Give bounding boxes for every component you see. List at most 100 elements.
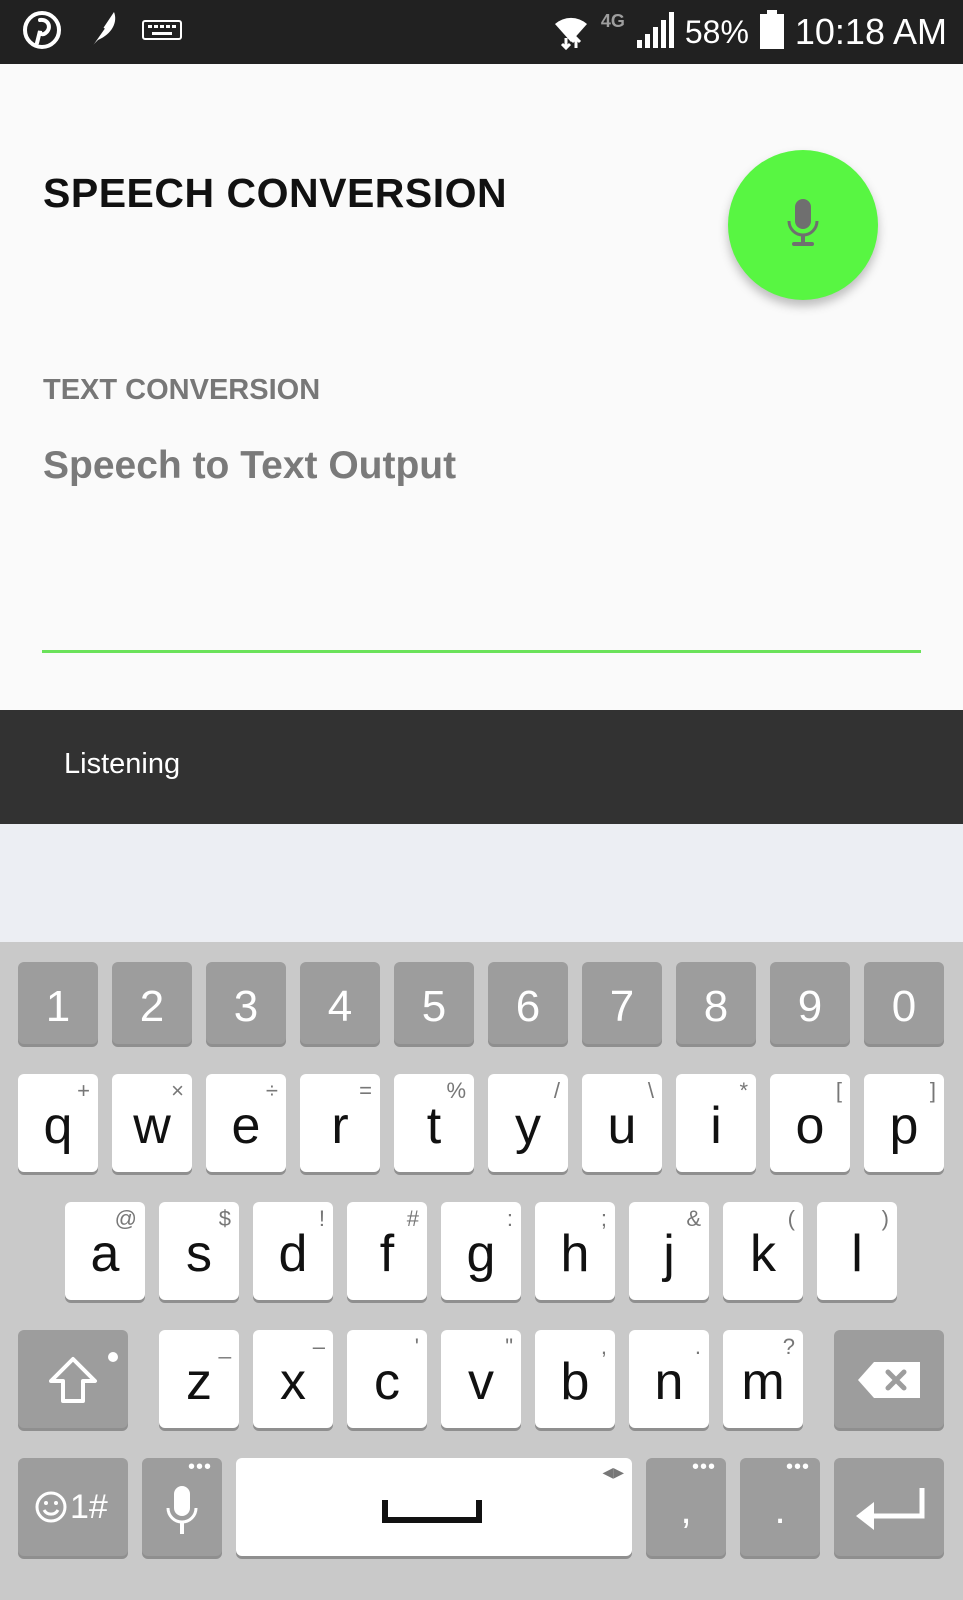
key-label: c <box>374 1353 400 1411</box>
key-label: j <box>663 1225 675 1283</box>
key-label: l <box>851 1225 863 1283</box>
key-n[interactable]: .n <box>629 1330 709 1428</box>
more-dots: ••• <box>691 1456 716 1478</box>
key-k[interactable]: (k <box>723 1202 803 1300</box>
key-h[interactable]: ; h <box>535 1202 615 1300</box>
key-label: x <box>280 1353 306 1411</box>
key-label: 6 <box>515 982 541 1031</box>
key-label: q <box>43 1097 73 1155</box>
key-label: , <box>680 1488 692 1532</box>
key-x[interactable]: – x <box>253 1330 333 1428</box>
key-label: u <box>607 1097 637 1155</box>
suggestion-strip <box>0 824 963 942</box>
section-label: TEXT CONVERSION <box>43 374 321 406</box>
speech-output-field[interactable]: Speech to Text Output <box>43 444 456 488</box>
emoji-symbols-key[interactable]: 1# <box>18 1458 128 1556</box>
key-label: . <box>774 1488 786 1532</box>
key-1[interactable]: 1 <box>18 962 98 1044</box>
period-key[interactable]: ••• . <box>740 1456 820 1556</box>
key-8[interactable]: 8 <box>676 962 756 1044</box>
key-4[interactable]: 4 <box>300 962 380 1044</box>
backspace-key[interactable] <box>834 1330 944 1428</box>
key-d[interactable]: ! d <box>253 1202 333 1300</box>
key-v[interactable]: " v <box>441 1330 521 1428</box>
backspace-icon <box>856 1360 922 1405</box>
key-z[interactable]: _ z <box>159 1330 239 1428</box>
key-label: d <box>278 1225 308 1283</box>
key-label: 5 <box>421 982 447 1031</box>
status-bar: 4G 58% 10:18 AM <box>0 0 963 64</box>
key-label: t <box>426 1097 442 1155</box>
key-6[interactable]: 6 <box>488 962 568 1044</box>
key-g[interactable]: :g <box>441 1202 521 1300</box>
app-content: SPEECH CONVERSION TEXT CONVERSION Speech… <box>0 64 963 710</box>
key-7[interactable]: 7 <box>582 962 662 1044</box>
key-label: z <box>186 1353 212 1411</box>
key-label: v <box>468 1353 494 1411</box>
key-label: f <box>379 1225 395 1283</box>
key-o[interactable]: [o <box>770 1074 850 1172</box>
key-b[interactable]: ,b <box>535 1330 615 1428</box>
space-key[interactable]: ◀▶ <box>236 1458 632 1556</box>
mic-button[interactable] <box>728 150 878 300</box>
comma-key[interactable]: ••• , <box>646 1456 726 1556</box>
signal-icon <box>635 10 675 55</box>
key-label: e <box>231 1097 261 1155</box>
key-m[interactable]: ? m <box>723 1330 803 1428</box>
page-title: SPEECH CONVERSION <box>43 170 508 216</box>
key-l[interactable]: ) l <box>817 1202 897 1300</box>
key-w[interactable]: × w <box>112 1074 192 1172</box>
key-r[interactable]: = r <box>300 1074 380 1172</box>
key-label: s <box>186 1225 212 1283</box>
soft-keyboard: 1 2 3 4 5 6 7 8 9 0 + q × w ÷ e = r % t / y \ u… <box>0 942 963 1600</box>
key-s[interactable]: $ s <box>159 1202 239 1300</box>
key-t[interactable]: % t <box>394 1074 474 1172</box>
key-label: 4 <box>327 982 353 1031</box>
key-y[interactable]: / y <box>488 1074 568 1172</box>
pinterest-icon <box>22 10 62 55</box>
key-label: m <box>741 1353 785 1411</box>
snackbar: Listening <box>0 710 963 824</box>
more-dots: ••• <box>187 1456 212 1478</box>
key-3[interactable]: 3 <box>206 962 286 1044</box>
wifi-icon <box>551 10 591 55</box>
snackbar-message: Listening <box>64 748 181 780</box>
voice-input-key[interactable]: ••• <box>142 1456 222 1556</box>
input-underline <box>42 650 921 653</box>
key-label: y <box>515 1097 541 1155</box>
feather-icon <box>84 8 120 57</box>
network-type-label: 4G <box>600 10 625 31</box>
key-label: i <box>710 1097 722 1155</box>
key-9[interactable]: 9 <box>770 962 850 1044</box>
key-label: o <box>795 1097 825 1155</box>
key-p[interactable]: ] p <box>864 1074 944 1172</box>
microphone-icon <box>783 197 823 254</box>
key-2[interactable]: 2 <box>112 962 192 1044</box>
key-label: b <box>560 1353 590 1411</box>
key-label: 3 <box>233 982 259 1031</box>
enter-key[interactable] <box>834 1458 944 1556</box>
symbols-key-label: 1# <box>70 1488 108 1526</box>
key-f[interactable]: # f <box>347 1202 427 1300</box>
key-label: k <box>750 1225 776 1283</box>
keyboard-icon <box>142 18 182 47</box>
key-i[interactable]: * i <box>676 1074 756 1172</box>
key-j[interactable]: & j <box>629 1202 709 1300</box>
key-label: g <box>466 1225 496 1283</box>
microphone-icon <box>164 1484 200 1543</box>
key-e[interactable]: ÷ e <box>206 1074 286 1172</box>
key-label: h <box>560 1225 590 1283</box>
key-u[interactable]: \ u <box>582 1074 662 1172</box>
key-q[interactable]: + q <box>18 1074 98 1172</box>
key-c[interactable]: ' c <box>347 1330 427 1428</box>
key-5[interactable]: 5 <box>394 962 474 1044</box>
key-a[interactable]: @ a <box>65 1202 145 1300</box>
battery-icon <box>759 9 785 55</box>
cursor-arrows-icon: ◀▶ <box>602 1464 624 1480</box>
shift-key[interactable] <box>18 1330 128 1428</box>
key-label: 1 <box>45 982 71 1031</box>
clock: 10:18 AM <box>794 11 947 52</box>
key-label: n <box>654 1353 684 1411</box>
key-0[interactable]: 0 <box>864 962 944 1044</box>
key-label: 2 <box>139 982 165 1031</box>
